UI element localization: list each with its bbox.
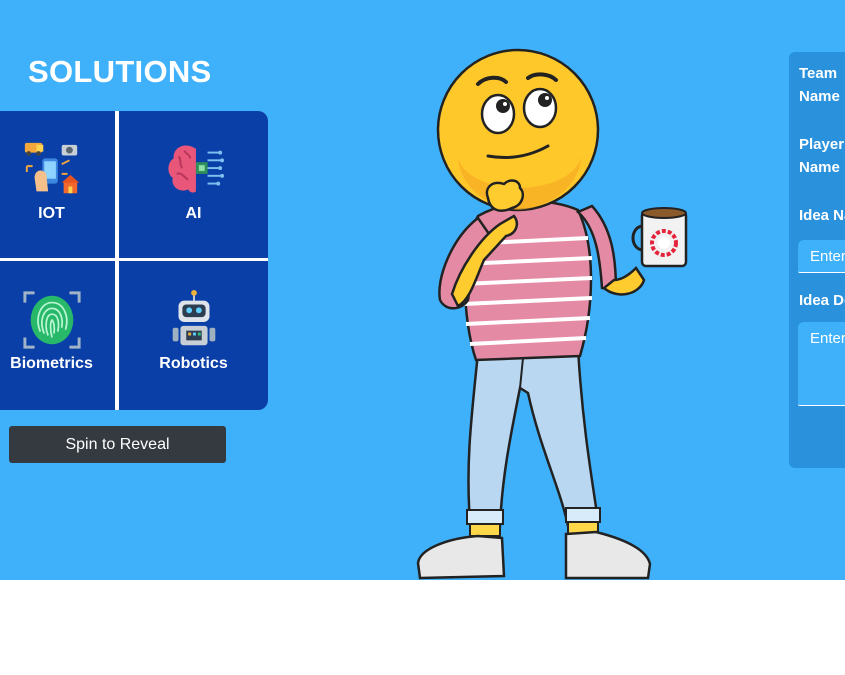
- player-name-label-line-1: Player: [799, 136, 845, 153]
- solution-tile-biometrics[interactable]: Biometrics: [0, 261, 115, 408]
- iot-devices-icon: [24, 142, 79, 194]
- idea-form-panel: Team Name Player Name Idea Name Idea Des…: [789, 52, 845, 468]
- solution-label-biometrics: Biometrics: [10, 355, 93, 372]
- solutions-title: SOLUTIONS: [28, 54, 212, 89]
- solution-tile-iot[interactable]: IOT: [0, 111, 115, 258]
- page-stage: SOLUTIONS IOT AI Biometrics Robotics Spi…: [0, 0, 845, 580]
- idea-name-input[interactable]: [798, 240, 845, 273]
- idea-name-label: Idea Name: [799, 207, 845, 224]
- player-name-label-line-2: Name: [799, 159, 840, 176]
- solutions-grid: IOT AI Biometrics Robotics: [0, 111, 268, 410]
- team-name-label-line-1: Team: [799, 65, 838, 82]
- idea-description-input[interactable]: [798, 322, 845, 406]
- team-name-label-line-2: Name: [799, 88, 840, 105]
- solution-label-robotics: Robotics: [159, 355, 228, 372]
- solution-tile-ai[interactable]: AI: [119, 111, 268, 258]
- thinking-character-illustration: [416, 48, 688, 580]
- team-name-label: Team Name: [799, 62, 840, 108]
- brain-chip-icon: [167, 145, 224, 193]
- robot-icon: [172, 289, 215, 346]
- solution-tile-robotics[interactable]: Robotics: [119, 261, 268, 408]
- solution-label-ai: AI: [185, 205, 202, 222]
- fingerprint-icon: [22, 291, 81, 349]
- spin-to-reveal-button[interactable]: Spin to Reveal: [9, 426, 226, 463]
- solution-label-iot: IOT: [38, 205, 65, 222]
- player-name-label: Player Name: [799, 133, 844, 179]
- idea-description-label: Idea Description: [799, 292, 845, 309]
